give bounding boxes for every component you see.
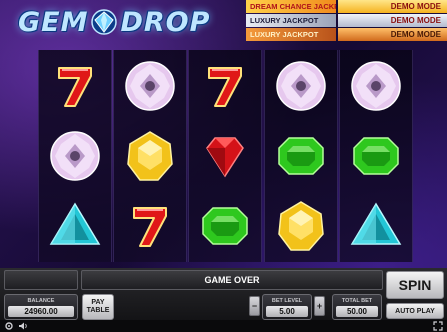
- symbol-diamond: [271, 56, 331, 116]
- plus-label: +: [316, 301, 323, 311]
- info-bar-left: [4, 270, 78, 290]
- symbol-diamond: [346, 56, 406, 116]
- symbol-topaz: [271, 196, 331, 256]
- ruby-icon: [206, 137, 244, 178]
- symbol-diamond: [45, 126, 105, 186]
- topaz-icon: [127, 131, 173, 181]
- reel-grid: [38, 50, 413, 262]
- spin-button[interactable]: SPIN: [386, 271, 444, 299]
- symbol-seven: [45, 56, 105, 116]
- topaz-icon: [278, 201, 324, 251]
- emerald-icon: [202, 207, 248, 245]
- emerald-icon: [278, 137, 324, 175]
- bet-level-increase-button[interactable]: +: [314, 296, 325, 316]
- balance-title: BALANCE: [27, 297, 55, 304]
- jackpot-label: LUXURY JACKPOT: [246, 14, 336, 27]
- symbol-ruby: [195, 126, 255, 186]
- reel-2: [113, 50, 187, 262]
- total-bet-title: TOTAL BET: [341, 297, 373, 304]
- jackpot-value: DEMO MODE: [338, 0, 447, 13]
- symbol-emerald: [195, 196, 255, 256]
- symbol-aquamarine: [45, 196, 105, 256]
- aquamarine-icon: [350, 202, 402, 245]
- fullscreen-icon[interactable]: [433, 321, 443, 331]
- seven-icon: [58, 67, 92, 107]
- jackpot-value: DEMO MODE: [338, 28, 447, 41]
- diamond-icon: [351, 61, 401, 111]
- jackpot-row-luxury: LUXURY JACKPOT DEMO MODE: [246, 14, 447, 27]
- game-logo: GEM DROP: [18, 6, 210, 38]
- seven-icon: [133, 207, 167, 247]
- reel-3: [188, 50, 262, 262]
- seven-icon: [208, 67, 242, 107]
- diamond-icon: [276, 61, 326, 111]
- logo-text-gem: GEM: [18, 6, 89, 38]
- paytable-button[interactable]: PAY TABLE: [82, 294, 114, 320]
- spin-label: SPIN: [398, 277, 432, 293]
- total-bet-value: 50.00: [336, 305, 378, 317]
- jackpot-label: DREAM CHANCE JACKPOT: [246, 0, 336, 13]
- bet-level-value: 5.00: [266, 305, 308, 317]
- settings-icon[interactable]: [4, 321, 14, 331]
- bottom-toolbar: [0, 320, 447, 332]
- reel-4: [264, 50, 338, 262]
- diamond-icon: [125, 61, 175, 111]
- emerald-icon: [353, 137, 399, 175]
- reel-5: [339, 50, 413, 262]
- autoplay-label: AUTO PLAY: [395, 307, 435, 315]
- paytable-label-line1: PAY: [91, 299, 105, 306]
- bet-level-title: BET LEVEL: [271, 297, 303, 304]
- jackpot-value: DEMO MODE: [338, 14, 447, 27]
- jackpot-label: LUXURY JACKPOT: [246, 28, 336, 41]
- jackpot-panel: DREAM CHANCE JACKPOT DEMO MODE LUXURY JA…: [246, 0, 447, 42]
- bet-level-decrease-button[interactable]: −: [249, 296, 260, 316]
- symbol-seven: [120, 196, 180, 256]
- bet-level-display: BET LEVEL 5.00: [262, 294, 312, 320]
- logo-text-drop: DROP: [120, 6, 211, 38]
- reel-1: [38, 50, 112, 262]
- balance-display: BALANCE 24960.00: [4, 294, 78, 320]
- minus-label: −: [251, 301, 258, 311]
- symbol-seven: [195, 56, 255, 116]
- jackpot-row-third: LUXURY JACKPOT DEMO MODE: [246, 28, 447, 41]
- symbol-emerald: [346, 126, 406, 186]
- message-bar: GAME OVER: [81, 270, 383, 290]
- autoplay-button[interactable]: AUTO PLAY: [386, 303, 444, 319]
- paytable-label-line2: TABLE: [86, 307, 110, 314]
- game-stage: GEM DROP DREAM CHANCE JACKPOT DEMO MODE …: [0, 0, 447, 332]
- diamond-icon: [50, 131, 100, 181]
- logo-gem-icon: [91, 9, 118, 35]
- symbol-emerald: [271, 126, 331, 186]
- sound-icon[interactable]: [18, 321, 28, 331]
- aquamarine-icon: [49, 202, 101, 245]
- total-bet-display: TOTAL BET 50.00: [332, 294, 382, 320]
- balance-value: 24960.00: [8, 305, 74, 317]
- symbol-diamond: [120, 56, 180, 116]
- symbol-aquamarine: [346, 196, 406, 256]
- symbol-topaz: [120, 126, 180, 186]
- jackpot-row-dream-chance: DREAM CHANCE JACKPOT DEMO MODE: [246, 0, 447, 13]
